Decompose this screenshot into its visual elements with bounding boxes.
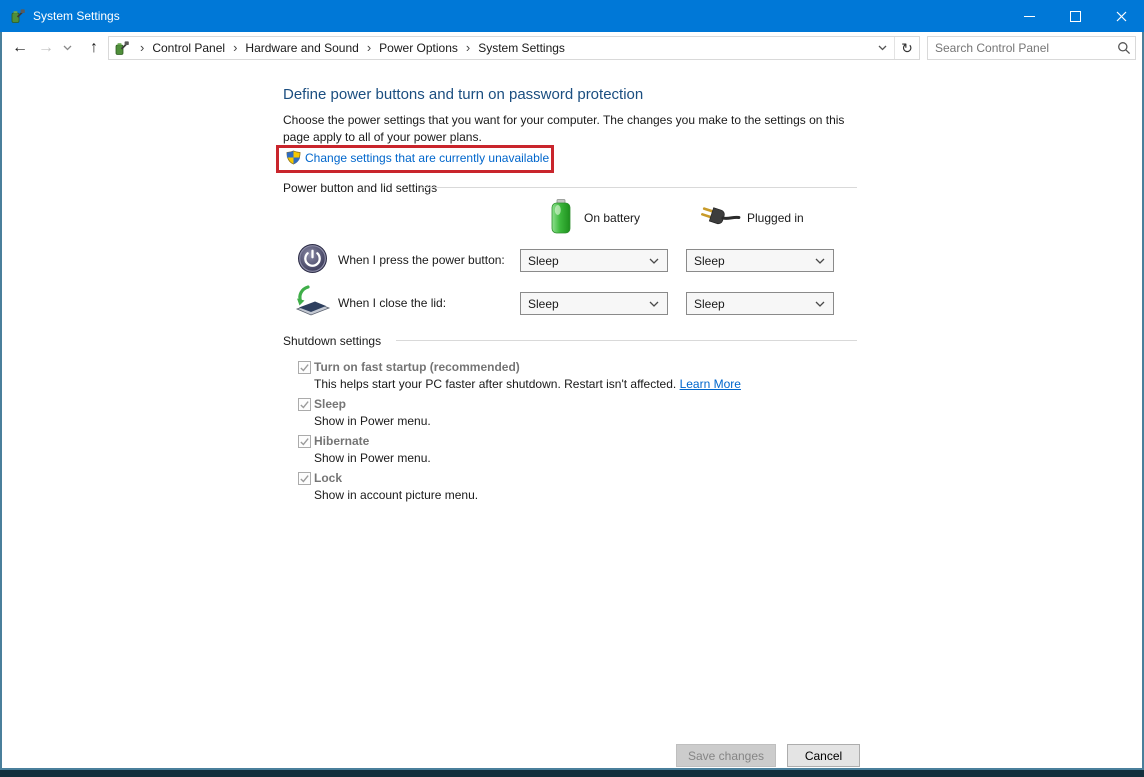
minimize-button[interactable] [1006, 0, 1052, 32]
title-bar: System Settings [0, 0, 1144, 32]
change-settings-unavailable-link[interactable]: Change settings that are currently unava… [305, 151, 549, 165]
sleep-description: Show in Power menu. [314, 414, 431, 428]
chevron-down-icon [649, 258, 659, 264]
fast-startup-description: This helps start your PC faster after sh… [314, 377, 741, 391]
breadcrumb-power-options[interactable]: Power Options [377, 41, 460, 55]
plugged-in-column-header: Plugged in [747, 211, 804, 225]
dropdown-value: Sleep [687, 297, 815, 311]
sleep-checkbox[interactable] [298, 398, 311, 411]
recent-pages-dropdown[interactable] [60, 36, 74, 60]
address-bar[interactable]: › Control Panel › Hardware and Sound › P… [108, 36, 920, 60]
maximize-button[interactable] [1052, 0, 1098, 32]
uac-shield-icon [286, 150, 301, 165]
forward-button[interactable]: → [34, 36, 58, 60]
page-title: Define power buttons and turn on passwor… [283, 86, 643, 103]
lid-row-label: When I close the lid: [338, 296, 446, 310]
background-strip [0, 770, 1144, 777]
checkmark-icon [299, 362, 310, 373]
intro-text: Choose the power settings that you want … [283, 112, 849, 146]
minimize-icon [1024, 16, 1035, 17]
power-section-divider [420, 187, 857, 188]
sleep-label: Sleep [314, 397, 346, 411]
window-title: System Settings [33, 0, 120, 32]
fast-startup-checkbox[interactable] [298, 361, 311, 374]
on-battery-column-header: On battery [584, 211, 640, 225]
lid-plugged-in-dropdown[interactable]: Sleep [686, 292, 834, 315]
lock-label: Lock [314, 471, 342, 485]
search-input[interactable] [928, 41, 1113, 55]
search-box [927, 36, 1136, 60]
window-border-left [0, 32, 2, 770]
shutdown-section-header: Shutdown settings [283, 334, 381, 348]
checkmark-icon [299, 399, 310, 410]
dropdown-value: Sleep [521, 254, 649, 268]
power-button-plugged-in-dropdown[interactable]: Sleep [686, 249, 834, 272]
uac-link-row: Change settings that are currently unava… [286, 150, 549, 165]
chevron-down-icon [878, 45, 887, 51]
search-icon[interactable] [1113, 37, 1135, 59]
refresh-icon: ↻ [901, 40, 913, 57]
fast-startup-description-text: This helps start your PC faster after sh… [314, 377, 680, 391]
hibernate-checkbox[interactable] [298, 435, 311, 448]
hibernate-label: Hibernate [314, 434, 369, 448]
fast-startup-label: Turn on fast startup (recommended) [314, 360, 520, 374]
chevron-down-icon [815, 258, 825, 264]
chevron-down-icon [815, 301, 825, 307]
power-options-app-icon [10, 8, 26, 24]
power-section-header: Power button and lid settings [283, 181, 437, 195]
power-options-crumb-icon [114, 40, 130, 56]
checkmark-icon [299, 473, 310, 484]
breadcrumb-separator: › [227, 37, 243, 59]
lock-checkbox[interactable] [298, 472, 311, 485]
cancel-button[interactable]: Cancel [787, 744, 860, 767]
system-settings-window: System Settings ← → ↑ › Control Panel › … [0, 0, 1144, 777]
hibernate-description: Show in Power menu. [314, 451, 431, 465]
breadcrumb-separator: › [134, 37, 150, 59]
breadcrumb-control-panel[interactable]: Control Panel [150, 41, 227, 55]
save-changes-button[interactable]: Save changes [676, 744, 776, 767]
breadcrumb-separator: › [460, 37, 476, 59]
lock-description: Show in account picture menu. [314, 488, 478, 502]
power-button-row-label: When I press the power button: [338, 253, 505, 267]
maximize-icon [1070, 11, 1081, 22]
battery-icon [551, 199, 571, 234]
chevron-down-icon [649, 301, 659, 307]
power-button-icon [297, 243, 328, 274]
address-dropdown-button[interactable] [870, 37, 894, 59]
back-button[interactable]: ← [8, 36, 32, 60]
up-button[interactable]: ↑ [82, 36, 106, 60]
plug-icon [698, 201, 742, 233]
chevron-down-icon [63, 45, 72, 51]
learn-more-link[interactable]: Learn More [680, 377, 741, 391]
checkmark-icon [299, 436, 310, 447]
breadcrumb-separator: › [361, 37, 377, 59]
lid-close-icon [292, 284, 332, 319]
lid-on-battery-dropdown[interactable]: Sleep [520, 292, 668, 315]
close-icon [1116, 11, 1127, 22]
breadcrumb-hardware-and-sound[interactable]: Hardware and Sound [243, 41, 360, 55]
power-button-on-battery-dropdown[interactable]: Sleep [520, 249, 668, 272]
shutdown-section-divider [396, 340, 857, 341]
dropdown-value: Sleep [687, 254, 815, 268]
close-button[interactable] [1098, 0, 1144, 32]
breadcrumb-system-settings[interactable]: System Settings [476, 41, 567, 55]
refresh-button[interactable]: ↻ [895, 37, 919, 59]
dropdown-value: Sleep [521, 297, 649, 311]
